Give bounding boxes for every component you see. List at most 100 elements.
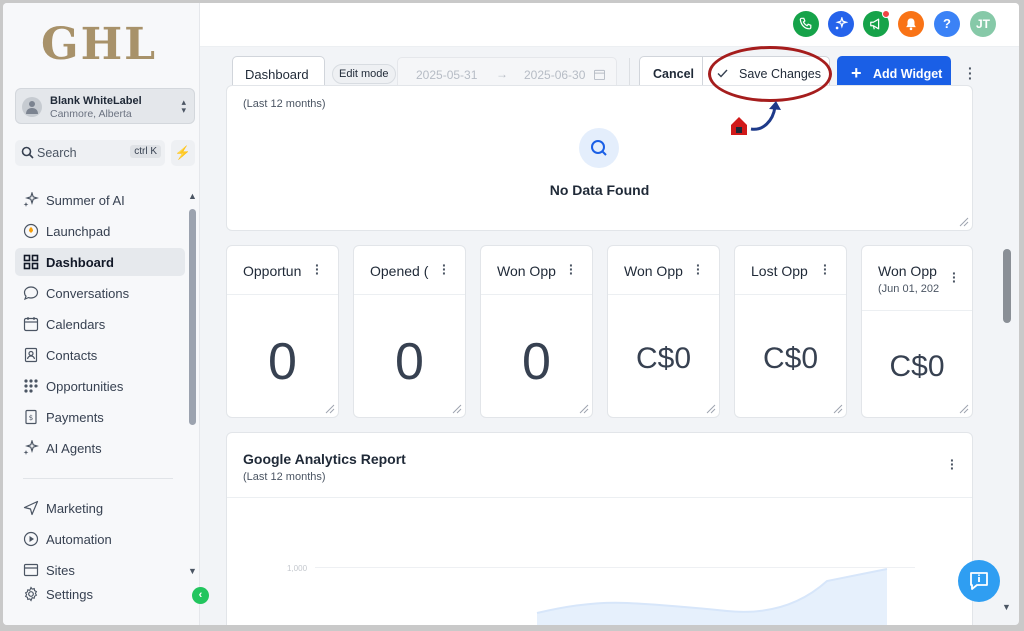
annotation-circle	[708, 46, 832, 102]
date-end: 2025-06-30	[524, 68, 586, 82]
widget-subtitle: (Last 12 months)	[243, 471, 326, 483]
contacts-icon	[24, 347, 38, 363]
stat-card-won-value: Won Opp · · · C$0	[607, 245, 720, 418]
edit-mode-badge: Edit mode	[332, 64, 396, 84]
search-shortcut: ctrl K	[130, 145, 161, 158]
top-header: ? JT	[200, 3, 1019, 47]
stat-subtitle: (Jun 01, 202	[878, 283, 940, 295]
sidebar-item-settings[interactable]: Settings	[15, 580, 185, 608]
dashboard-content: (Last 12 months) No Data Found Opportun …	[200, 85, 1019, 625]
stat-card-lost-value: Lost Opp · · · C$0	[734, 245, 847, 418]
user-avatar[interactable]: JT	[970, 11, 996, 37]
account-avatar	[22, 97, 42, 117]
area-chart	[536, 568, 888, 625]
resize-handle-icon[interactable]	[452, 404, 462, 414]
sidebar-item-marketing[interactable]: Marketing	[15, 494, 185, 522]
help-icon[interactable]: ?	[934, 11, 960, 37]
search-icon	[21, 146, 34, 159]
more-options-kebab-icon[interactable]: · · ·	[442, 258, 447, 280]
stat-value: 0	[522, 333, 551, 391]
sidebar-item-payments[interactable]: $ Payments	[15, 403, 185, 431]
stat-title: Won Opp	[878, 263, 937, 279]
more-options-kebab-icon[interactable]: · · ·	[696, 258, 701, 280]
more-options-kebab-icon[interactable]: · · ·	[823, 258, 828, 280]
stat-title: Opened (	[370, 263, 429, 279]
app-window: GHL Blank WhiteLabel Canmore, Alberta ▴ ▾…	[3, 3, 1019, 625]
sidebar-item-calendars[interactable]: Calendars	[15, 310, 185, 338]
stat-title: Lost Opp	[751, 263, 808, 279]
stat-card-won-period: Won Opp (Jun 01, 202 · · · C$0	[861, 245, 973, 418]
more-options-kebab-icon[interactable]: · · ·	[950, 453, 955, 475]
resize-handle-icon[interactable]	[706, 404, 716, 414]
sidebar-item-contacts[interactable]: Contacts	[15, 341, 185, 369]
stat-title: Opportun	[243, 263, 302, 279]
google-analytics-card: Google Analytics Report (Last 12 months)…	[226, 432, 973, 625]
scroll-down-icon[interactable]: ▼	[188, 566, 197, 576]
sidebar-item-summer-of-ai[interactable]: Summer of AI	[15, 186, 185, 214]
search-icon	[579, 128, 619, 168]
resize-handle-icon[interactable]	[833, 404, 843, 414]
chat-support-button[interactable]	[958, 560, 1000, 602]
sidebar-divider	[23, 478, 173, 479]
resize-handle-icon[interactable]	[325, 404, 335, 414]
empty-widget-card: (Last 12 months) No Data Found	[226, 85, 973, 231]
scroll-up-icon[interactable]: ▲	[188, 191, 197, 201]
sidebar-item-launchpad[interactable]: Launchpad	[15, 217, 185, 245]
sidebar-search[interactable]: Search ctrl K	[15, 140, 165, 166]
stat-card-opened: Opened ( · · · 0	[353, 245, 466, 418]
stat-card-opportunities: Opportun · · · 0	[226, 245, 339, 418]
sidebar-item-dashboard[interactable]: Dashboard	[15, 248, 185, 276]
date-start: 2025-05-31	[416, 68, 478, 82]
more-options-kebab-icon[interactable]: · · ·	[315, 258, 320, 280]
arrow-right-icon: →	[496, 67, 508, 81]
scroll-down-icon[interactable]: ▼	[1002, 602, 1011, 612]
y-axis-tick: 1,000	[287, 564, 308, 573]
sidebar: GHL Blank WhiteLabel Canmore, Alberta ▴ ▾…	[3, 3, 200, 625]
sidebar-item-automation[interactable]: Automation	[15, 525, 185, 553]
quick-action-bolt-icon[interactable]: ⚡	[171, 140, 195, 166]
calendar-icon	[594, 69, 605, 80]
stat-value: 0	[268, 333, 297, 391]
sparkle-icon	[23, 440, 39, 455]
resize-handle-icon[interactable]	[579, 404, 589, 414]
sidebar-scrollbar[interactable]	[189, 209, 196, 425]
chat-icon	[23, 286, 39, 301]
account-switcher[interactable]: Blank WhiteLabel Canmore, Alberta ▴ ▾	[15, 88, 195, 124]
account-location: Canmore, Alberta	[50, 108, 132, 120]
sparkle-icon	[23, 192, 39, 207]
brand-logo: GHL	[41, 19, 158, 70]
phone-icon[interactable]	[793, 11, 819, 37]
sidebar-item-ai-agents[interactable]: AI Agents	[15, 434, 185, 462]
plus-icon: +	[851, 63, 862, 83]
svg-text:$: $	[29, 414, 33, 422]
stat-title: Won Opp	[624, 263, 683, 279]
magic-icon[interactable]	[828, 11, 854, 37]
search-placeholder: Search	[37, 146, 77, 160]
grid-icon	[23, 254, 39, 270]
funnel-icon	[24, 379, 38, 393]
account-name: Blank WhiteLabel	[50, 95, 142, 107]
megaphone-icon[interactable]	[863, 10, 890, 37]
stat-card-won-count: Won Opp · · · 0	[480, 245, 593, 418]
sidebar-item-conversations[interactable]: Conversations	[15, 279, 185, 307]
sidebar-item-opportunities[interactable]: Opportunities	[15, 372, 185, 400]
resize-handle-icon[interactable]	[959, 404, 969, 414]
chat-info-icon	[970, 572, 988, 590]
automation-icon	[23, 531, 39, 547]
more-options-kebab-icon[interactable]: · · ·	[968, 61, 973, 85]
gear-icon	[24, 586, 38, 602]
more-options-kebab-icon[interactable]: · · ·	[569, 258, 574, 280]
bell-icon[interactable]	[898, 11, 924, 37]
send-icon	[23, 500, 39, 516]
notification-dot	[882, 10, 890, 18]
stat-value: C$0	[762, 342, 819, 375]
calendar-icon	[23, 317, 39, 332]
rocket-icon	[23, 223, 39, 239]
chevron-updown-icon: ▴ ▾	[181, 97, 186, 115]
resize-handle-icon[interactable]	[959, 217, 969, 227]
widget-subtitle: (Last 12 months)	[243, 98, 326, 110]
page-scrollbar[interactable]	[1003, 249, 1011, 323]
stat-title: Won Opp	[497, 263, 556, 279]
widget-title: Google Analytics Report	[243, 451, 406, 467]
more-options-kebab-icon[interactable]: · · ·	[952, 266, 957, 288]
